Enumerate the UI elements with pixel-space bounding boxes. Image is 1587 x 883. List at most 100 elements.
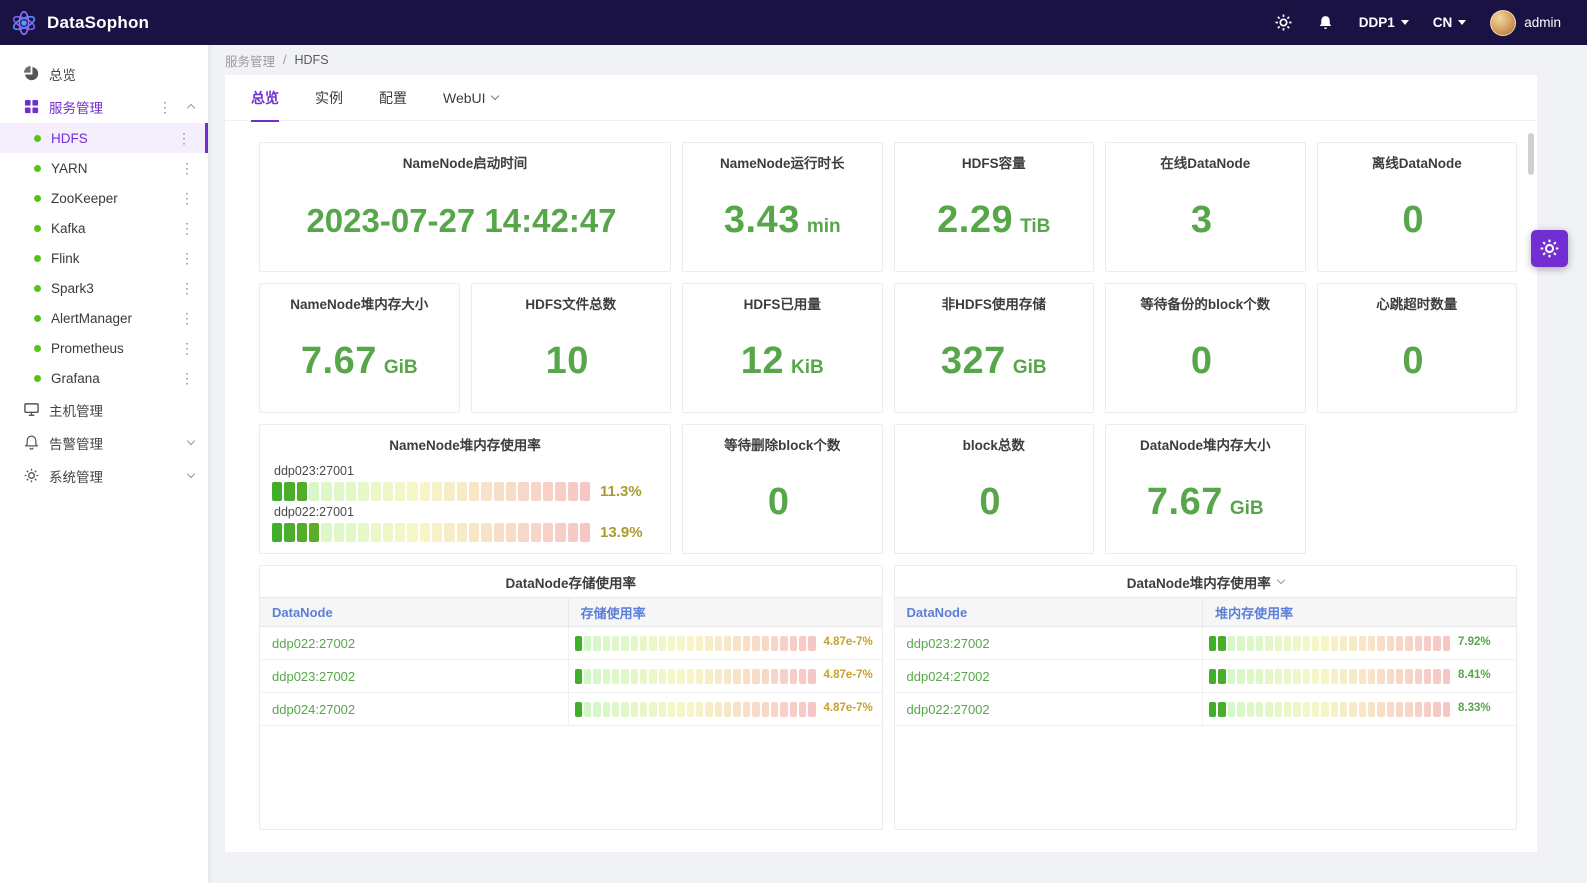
sidebar-item-grafana[interactable]: Grafana ⋮ (0, 363, 208, 393)
card-title: NameNode堆内存使用率 (389, 438, 541, 453)
tab-instances[interactable]: 实例 (315, 75, 343, 121)
sidebar-item-label: Prometheus (51, 340, 124, 356)
language-dropdown[interactable]: CN (1433, 15, 1467, 30)
table-title[interactable]: DataNode堆内存使用率 (895, 566, 1517, 597)
stat-card-hdfs-file-count: HDFS文件总数 10 (470, 283, 671, 413)
sidebar-item-zookeeper[interactable]: ZooKeeper ⋮ (0, 183, 208, 213)
storage-usage-gauge (574, 668, 816, 684)
chevron-down-icon (186, 436, 196, 446)
alarm-icon[interactable] (1317, 14, 1335, 32)
user-menu[interactable]: admin (1490, 9, 1561, 36)
stat-card-datanodes-online: 在线DataNode 3 (1105, 142, 1306, 272)
sidebar-item-host-mgmt[interactable]: 主机管理 (0, 393, 208, 426)
gear-icon (1540, 239, 1559, 258)
table-row: ddp023:27002 4.87e-7% (260, 660, 882, 693)
kebab-menu-icon[interactable]: ⋮ (180, 311, 194, 325)
sidebar-item-spark3[interactable]: Spark3 ⋮ (0, 273, 208, 303)
gauge-percent: 4.87e-7% (823, 702, 873, 715)
status-dot-green (34, 374, 41, 382)
theme-settings-button[interactable] (1531, 230, 1568, 267)
sidebar-item-prometheus[interactable]: Prometheus ⋮ (0, 333, 208, 363)
heap-usage-gauge (1209, 701, 1451, 717)
gauge-label: ddp023:27001 (274, 464, 354, 478)
kebab-menu-icon[interactable]: ⋮ (180, 341, 194, 355)
cluster-dropdown[interactable]: DDP1 (1359, 15, 1409, 30)
gauge-percent: 8.41% (1457, 669, 1491, 682)
sidebar-item-kafka[interactable]: Kafka ⋮ (0, 213, 208, 243)
tab-config[interactable]: 配置 (379, 75, 407, 121)
sidebar-item-alertmanager[interactable]: AlertManager ⋮ (0, 303, 208, 333)
kebab-menu-icon[interactable]: ⋮ (180, 221, 194, 235)
sidebar-item-label: YARN (51, 160, 88, 176)
kebab-menu-icon[interactable]: ⋮ (180, 281, 194, 295)
stat-card-value: 0 (1190, 340, 1213, 382)
tab-bar: 总览 实例 配置 WebUI (225, 75, 1537, 122)
table-row: ddp022:27002 8.33% (894, 693, 1516, 726)
stat-card-value: 2023-07-27 14:42:47 (306, 201, 617, 239)
stat-card-title: NameNode堆内存大小 (290, 297, 429, 312)
stat-card-value: 12 KiB (740, 340, 824, 382)
bell-icon (24, 435, 39, 450)
sidebar-item-yarn[interactable]: YARN ⋮ (0, 153, 208, 183)
stat-card-namenode-start-time: NameNode启动时间 2023-07-27 14:42:47 (259, 142, 671, 272)
kebab-menu-icon[interactable]: ⋮ (180, 161, 194, 175)
stat-card-datanode-heap-size: DataNode堆内存大小 7.67 GiB (1105, 424, 1306, 554)
chevron-up-icon[interactable] (186, 103, 196, 113)
caret-down-icon (1458, 20, 1467, 25)
language-label: CN (1432, 15, 1453, 30)
heap-usage-gauge (1209, 668, 1451, 684)
stat-card-hdfs-capacity: HDFS容量 2.29 TiB (893, 142, 1094, 272)
stat-card-title: 在线DataNode (1160, 156, 1251, 171)
stat-card-value: 0 (1402, 340, 1425, 382)
kebab-menu-icon[interactable]: ⋮ (177, 131, 191, 145)
stat-card-heartbeat-timeouts: 心跳超时数量 0 (1316, 283, 1517, 413)
sidebar-item-service-mgmt[interactable]: 服务管理 ⋮ (0, 90, 208, 123)
table-row: ddp024:27002 8.41% (894, 660, 1516, 693)
sidebar-item-label: 总览 (49, 67, 76, 83)
appstore-icon (24, 99, 39, 114)
scrollbar-thumb[interactable] (1528, 133, 1534, 175)
stat-card-title: 等待备份的block个数 (1140, 297, 1271, 312)
breadcrumb-item[interactable]: 服务管理 (225, 51, 275, 70)
kebab-menu-icon[interactable]: ⋮ (180, 191, 194, 205)
status-dot-green (34, 134, 41, 142)
settings-icon[interactable] (1275, 14, 1293, 32)
stat-card-namenode-uptime: NameNode运行时长 3.43 min (682, 142, 883, 272)
column-header[interactable]: DataNode (895, 598, 1203, 626)
app-title: DataSophon (47, 12, 150, 32)
sidebar-item-label: Flink (51, 250, 80, 266)
column-header[interactable]: 存储使用率 (567, 598, 882, 626)
kebab-menu-icon[interactable]: ⋮ (180, 251, 194, 265)
breadcrumb: 服务管理 / HDFS (208, 45, 1587, 75)
gauge-percent: 11.3% (600, 483, 642, 500)
tab-overview[interactable]: 总览 (251, 75, 279, 122)
stat-card-value: 3.43 min (723, 199, 841, 241)
chevron-down-icon (490, 91, 499, 101)
sidebar-item-label: 服务管理 (49, 100, 103, 116)
stat-card-value: 0 (979, 481, 1002, 523)
stat-card-total-blocks: block总数 0 (893, 424, 1094, 554)
sidebar: 总览 服务管理 ⋮ HDFS ⋮ YARN ⋮ ZooKeeper ⋮ Kafk… (0, 45, 208, 883)
column-header[interactable]: DataNode (260, 598, 568, 626)
status-dot-green (34, 194, 41, 202)
stat-card-value: 3 (1190, 199, 1213, 241)
sidebar-item-hdfs[interactable]: HDFS ⋮ (0, 123, 208, 153)
kebab-menu-icon[interactable]: ⋮ (158, 100, 172, 114)
sidebar-item-alert-mgmt[interactable]: 告警管理 (0, 426, 208, 459)
stat-card-title: HDFS容量 (961, 156, 1026, 171)
sidebar-item-overview[interactable]: 总览 (0, 57, 208, 90)
breadcrumb-current: HDFS (294, 53, 329, 67)
sidebar-item-label: ZooKeeper (51, 190, 118, 206)
datanode-cell: ddp023:27002 (272, 668, 356, 684)
sidebar-item-label: AlertManager (51, 310, 133, 326)
sidebar-item-label: Grafana (51, 370, 100, 386)
tab-webui[interactable]: WebUI (443, 75, 499, 121)
kebab-menu-icon[interactable]: ⋮ (180, 371, 194, 385)
sidebar-item-flink[interactable]: Flink ⋮ (0, 243, 208, 273)
column-header[interactable]: 堆内存使用率 (1202, 598, 1516, 626)
sidebar-item-system-mgmt[interactable]: 系统管理 (0, 459, 208, 492)
stat-card-title: 等待删除block个数 (724, 438, 841, 453)
stat-card-value: 2.29 TiB (937, 199, 1051, 241)
status-dot-green (34, 224, 41, 232)
namenode-heap-usage-card: NameNode堆内存使用率 ddp023:27001 11.3% ddp022… (259, 424, 671, 554)
